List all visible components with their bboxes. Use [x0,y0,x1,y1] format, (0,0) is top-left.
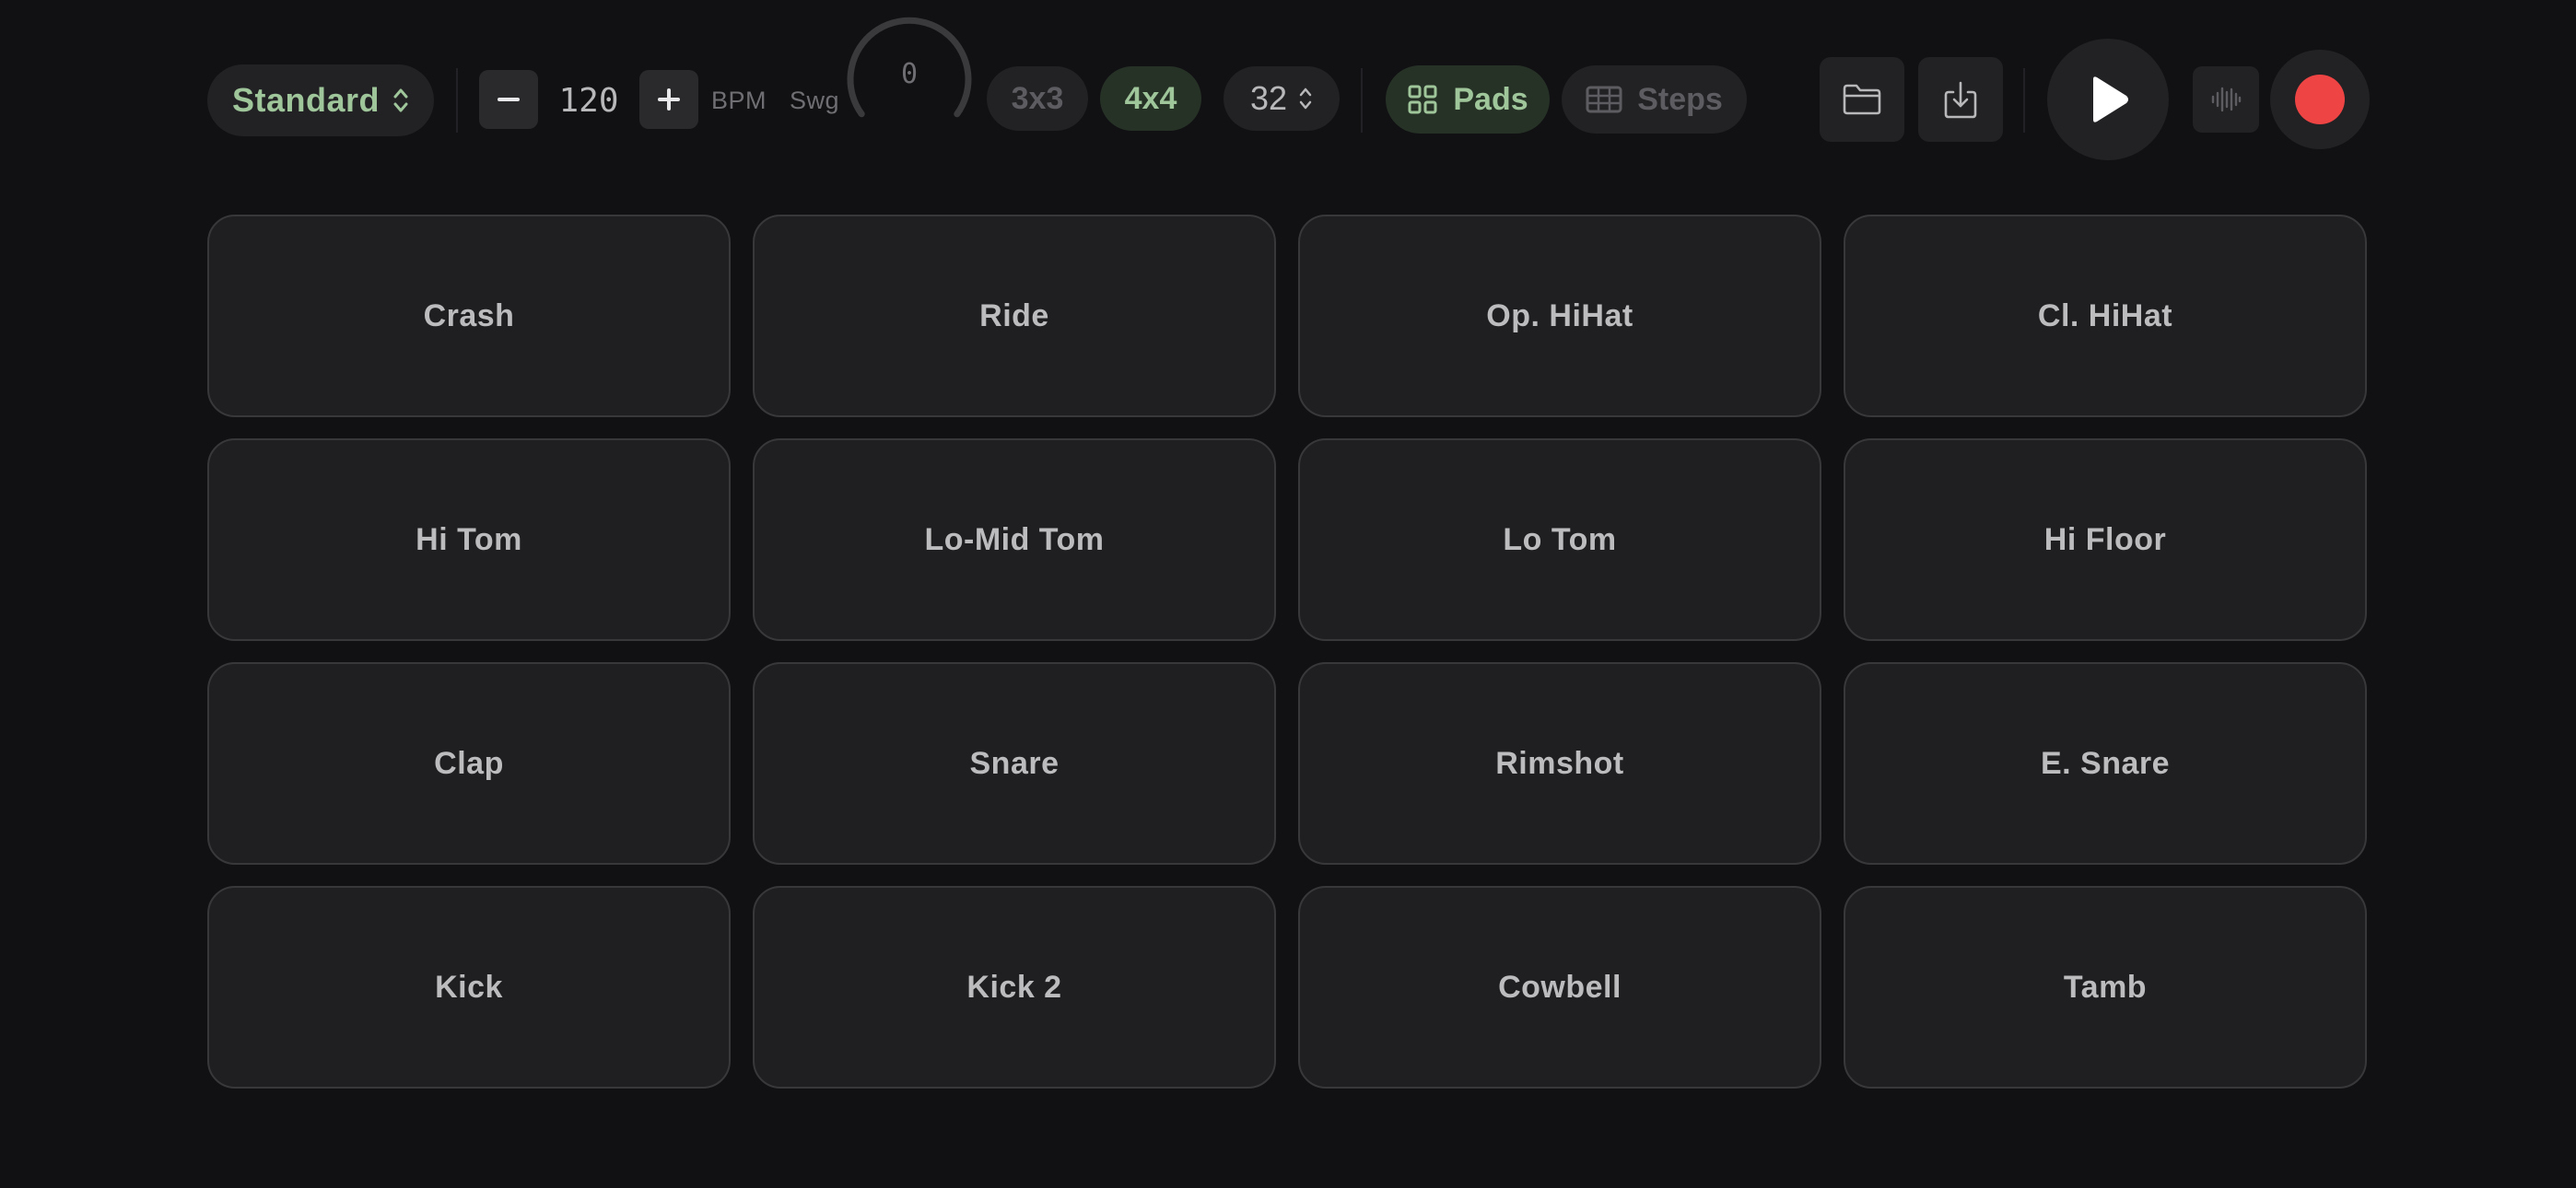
folder-icon [1843,84,1881,115]
kit-select[interactable]: Standard [207,64,434,136]
toolbar-divider [1361,68,1363,133]
toolbar: Standard 120 BPM Swg 0 3x3 4x4 32 Pads S… [0,0,2576,198]
pad-clap[interactable]: Clap [207,662,731,865]
plus-icon [658,88,680,111]
pad-hi-floor[interactable]: Hi Floor [1844,438,2367,641]
toolbar-divider [456,68,458,133]
pad-lo-tom[interactable]: Lo Tom [1298,438,1821,641]
pad-e-snare[interactable]: E. Snare [1844,662,2367,865]
grid-size-4x4-button[interactable]: 4x4 [1100,66,1201,131]
pad-tamb[interactable]: Tamb [1844,886,2367,1089]
pad-grid: Crash Ride Op. HiHat Cl. HiHat Hi Tom Lo… [207,215,2369,1089]
kit-select-label: Standard [231,81,381,119]
toolbar-divider [2023,68,2025,133]
bpm-value: 120 [558,81,619,120]
pad-lo-mid-tom[interactable]: Lo-Mid Tom [753,438,1276,641]
steps-value: 32 [1249,79,1288,117]
view-pads-button[interactable]: Pads [1386,65,1550,134]
pad-closed-hihat[interactable]: Cl. HiHat [1844,215,2367,417]
pad-rimshot[interactable]: Rimshot [1298,662,1821,865]
open-file-button[interactable] [1820,57,1904,142]
pad-ride[interactable]: Ride [753,215,1276,417]
pad-kick-2[interactable]: Kick 2 [753,886,1276,1089]
bpm-decrement-button[interactable] [479,70,538,129]
chevron-up-down-icon [393,88,408,112]
steps-select[interactable]: 32 [1224,66,1340,131]
pad-hi-tom[interactable]: Hi Tom [207,438,731,641]
grid-size-3x3-button[interactable]: 3x3 [987,66,1088,131]
download-icon [1944,81,1977,119]
view-steps-button[interactable]: Steps [1562,65,1747,134]
swing-value: 0 [900,57,919,90]
record-icon [2295,75,2345,124]
pad-snare[interactable]: Snare [753,662,1276,865]
swing-label: Swg [790,86,840,114]
play-icon [2093,76,2128,122]
pad-kick[interactable]: Kick [207,886,731,1089]
waveform-icon [2211,87,2242,112]
bpm-increment-button[interactable] [639,70,698,129]
table-icon [1586,86,1622,113]
grid-icon [1408,85,1437,114]
pad-cowbell[interactable]: Cowbell [1298,886,1821,1089]
view-steps-label: Steps [1637,81,1723,117]
save-file-button[interactable] [1918,57,2003,142]
pad-crash[interactable]: Crash [207,215,731,417]
pad-open-hihat[interactable]: Op. HiHat [1298,215,1821,417]
drum-machine-app: Standard 120 BPM Swg 0 3x3 4x4 32 Pads S… [0,0,2576,1188]
bpm-unit-label: BPM [711,86,767,114]
minus-icon [498,98,520,101]
waveform-button[interactable] [2193,66,2259,133]
view-pads-label: Pads [1453,81,1528,117]
record-button[interactable] [2270,50,2370,149]
play-button[interactable] [2047,39,2169,160]
chevron-up-down-icon [1299,87,1312,110]
